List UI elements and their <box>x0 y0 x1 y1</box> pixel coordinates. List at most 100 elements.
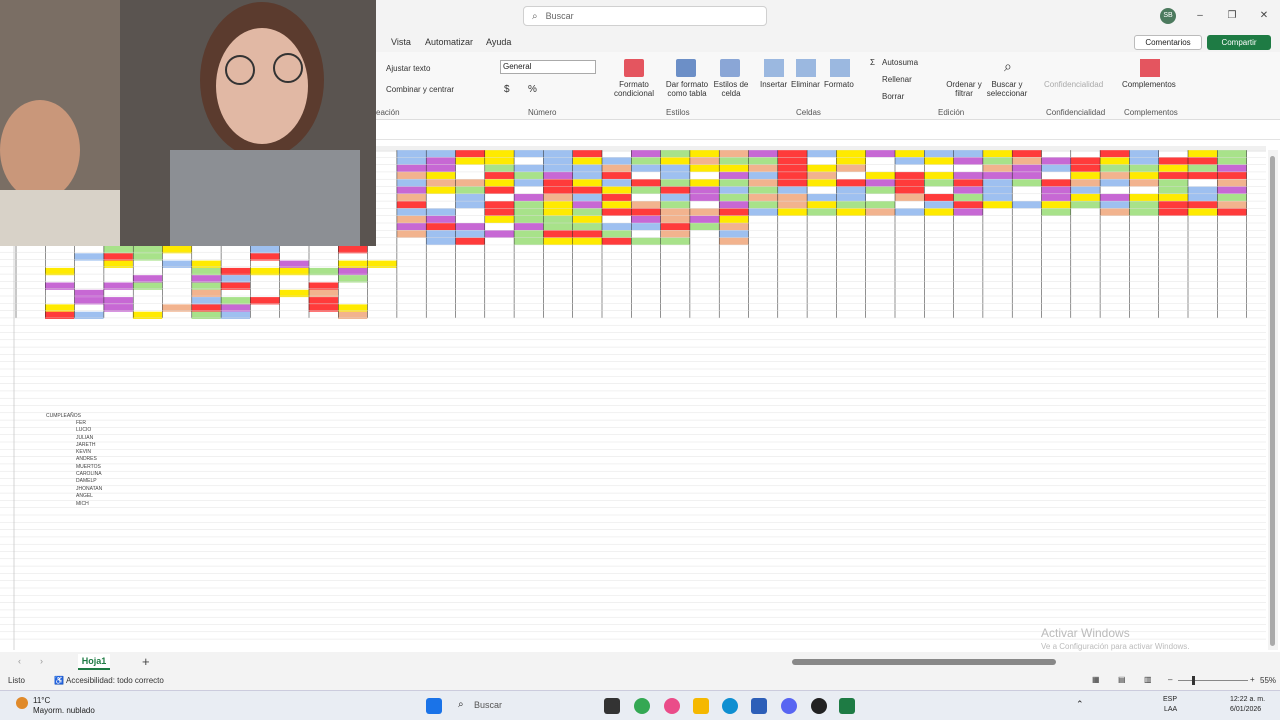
colored-cell <box>1217 208 1247 216</box>
styles-group-label: Estilos <box>666 108 690 117</box>
zoom-out-icon[interactable]: – <box>1168 675 1172 684</box>
file-explorer-icon[interactable] <box>693 698 709 714</box>
colored-cell <box>953 171 983 180</box>
search-input[interactable]: ⌕ Buscar <box>523 6 767 26</box>
prev-sheet-icon[interactable]: ‹ <box>18 656 21 666</box>
currency-icon[interactable]: $ <box>504 84 510 95</box>
conditional-format-button[interactable]: Formato condicional <box>608 80 660 98</box>
zoom-level[interactable]: 55% <box>1260 676 1276 685</box>
page-break-icon[interactable]: ▥ <box>1144 675 1152 684</box>
colored-cell <box>953 186 983 194</box>
colored-cell <box>1158 201 1188 209</box>
sheet-tab-hoja1[interactable]: Hoja1 <box>78 654 110 670</box>
autosum-button[interactable]: Autosuma <box>882 58 918 67</box>
colored-cell <box>719 164 749 172</box>
colored-cell <box>660 208 690 216</box>
tab-vista[interactable]: Vista <box>391 37 411 47</box>
colored-cell <box>895 179 925 187</box>
clock-date[interactable]: 6/01/2026 <box>1230 706 1261 713</box>
edge-icon[interactable] <box>722 698 738 714</box>
colored-cell <box>572 157 602 165</box>
colored-cell <box>836 150 866 158</box>
zoom-in-icon[interactable]: + <box>1250 675 1255 684</box>
colored-cell <box>748 157 778 165</box>
colored-cell <box>895 171 925 180</box>
colored-cell <box>602 186 632 194</box>
colored-cell <box>631 157 661 165</box>
fill-button[interactable]: Rellenar <box>882 75 912 84</box>
language-indicator[interactable]: ESP <box>1163 696 1177 703</box>
tab-automatizar[interactable]: Automatizar <box>425 37 473 47</box>
accessibility-status[interactable]: Accesibilidad: todo correcto <box>66 676 164 685</box>
clock-time[interactable]: 12:22 a. m. <box>1230 696 1265 703</box>
chrome-icon[interactable] <box>634 698 650 714</box>
avatar[interactable]: SB <box>1160 8 1176 24</box>
tray-chevron-icon[interactable]: ⌃ <box>1076 699 1084 710</box>
store-icon[interactable] <box>751 698 767 714</box>
colored-cell <box>836 208 866 216</box>
colored-cell <box>719 193 749 202</box>
colored-cell <box>865 150 895 158</box>
addins-button[interactable]: Complementos <box>1122 80 1176 89</box>
taskbar-search[interactable]: Buscar <box>474 700 502 710</box>
colored-cell <box>572 193 602 202</box>
formula-bar[interactable] <box>376 122 1280 140</box>
colored-cell <box>719 230 749 238</box>
minimize-icon[interactable]: – <box>1192 8 1208 24</box>
merge-center-button[interactable]: Combinar y centrar <box>386 85 454 94</box>
zoom-slider[interactable] <box>1178 680 1248 681</box>
confidentiality-button[interactable]: Confidencialidad <box>1044 80 1103 89</box>
colored-cell <box>1158 171 1188 180</box>
delete-button[interactable]: Eliminar <box>791 80 820 89</box>
percent-icon[interactable]: % <box>528 84 537 95</box>
colored-cell <box>631 201 661 209</box>
colored-cell <box>1100 201 1130 209</box>
colored-cell <box>631 179 661 187</box>
vertical-scroll-thumb[interactable] <box>1270 156 1275 646</box>
sort-filter-button[interactable]: Ordenar y filtrar <box>944 80 984 98</box>
language-indicator-sub[interactable]: LAA <box>1164 706 1177 713</box>
normal-view-icon[interactable]: ▦ <box>1092 675 1100 684</box>
format-as-table-button[interactable]: Dar formato como tabla <box>662 80 712 98</box>
discord-icon[interactable] <box>781 698 797 714</box>
number-format-select[interactable]: General <box>500 60 596 74</box>
note-item: JHONATAN <box>76 486 103 492</box>
horizontal-scrollbar[interactable] <box>792 659 1056 665</box>
colored-cell <box>1217 171 1247 180</box>
weather-desc[interactable]: Mayorm. nublado <box>33 706 95 715</box>
find-select-button[interactable]: Buscar y seleccionar <box>982 80 1032 98</box>
wrap-text-button[interactable]: Ajustar texto <box>386 64 430 73</box>
insert-button[interactable]: Insertar <box>760 80 787 89</box>
share-button[interactable]: Compartir <box>1207 35 1271 50</box>
watermark-title: Activar Windows <box>1041 626 1130 640</box>
colored-cell <box>572 186 602 194</box>
game-icon[interactable] <box>811 698 827 714</box>
zoom-slider-thumb[interactable] <box>1192 676 1195 685</box>
colored-cell <box>631 208 661 216</box>
clear-button[interactable]: Borrar <box>882 92 904 101</box>
colored-cell <box>455 186 485 194</box>
colored-cell <box>484 157 515 165</box>
tab-ayuda[interactable]: Ayuda <box>486 37 511 47</box>
excel-icon[interactable] <box>839 698 855 714</box>
copilot-icon[interactable] <box>664 698 680 714</box>
close-icon[interactable]: ✕ <box>1256 8 1272 24</box>
task-view-icon[interactable] <box>604 698 620 714</box>
format-button[interactable]: Formato <box>824 80 854 89</box>
windows-start-icon[interactable] <box>426 698 442 714</box>
weather-temp[interactable]: 11°C <box>33 696 50 705</box>
next-sheet-icon[interactable]: › <box>40 656 43 666</box>
colored-cell <box>455 223 485 231</box>
note-item: ANGEL <box>76 493 93 499</box>
colored-cell <box>777 193 808 202</box>
restore-icon[interactable]: ❐ <box>1224 8 1240 24</box>
colored-cell <box>514 150 544 158</box>
page-layout-icon[interactable]: ▤ <box>1118 675 1126 684</box>
colored-cell <box>543 223 573 231</box>
colored-cell <box>689 157 720 165</box>
cell-styles-button[interactable]: Estilos de celda <box>712 80 750 98</box>
add-sheet-icon[interactable]: + <box>142 654 150 669</box>
colored-cell <box>924 150 954 158</box>
colored-cell <box>484 215 515 223</box>
comments-button[interactable]: Comentarios <box>1134 35 1202 50</box>
